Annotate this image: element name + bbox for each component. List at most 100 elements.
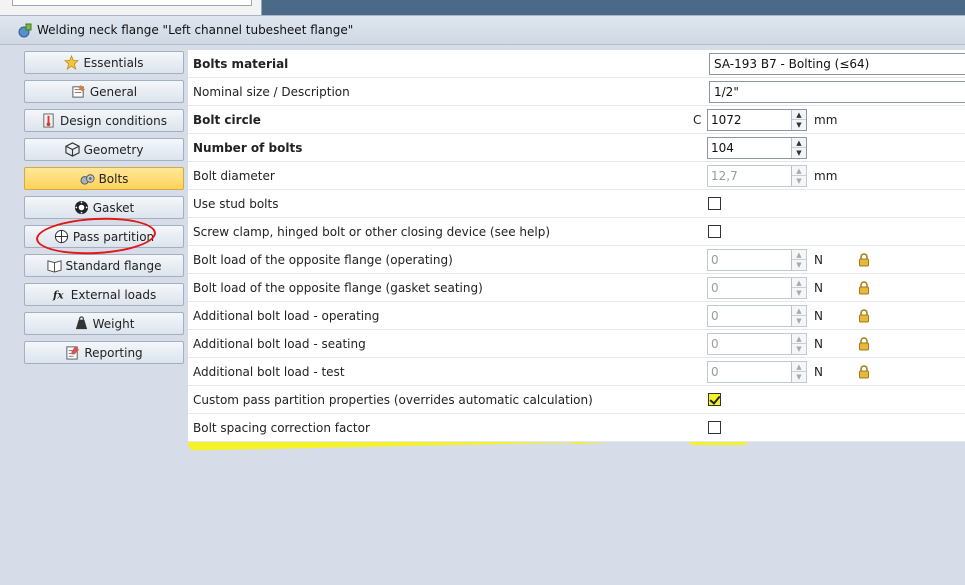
stepper-value: 1072 — [711, 113, 742, 127]
bolt-circle-stepper[interactable]: 1072 ▲ ▼ — [707, 109, 807, 131]
opposite-operating-stepper[interactable]: 0 ▲ ▼ — [707, 249, 807, 271]
lock-icon[interactable] — [857, 253, 871, 267]
stepper-up-button[interactable]: ▲ — [792, 166, 806, 176]
weight-icon — [75, 316, 87, 330]
stepper-up-button[interactable]: ▲ — [792, 250, 806, 260]
row-nominal-size: Nominal size / Description 1/2" — [188, 78, 965, 106]
stepper-value: 0 — [711, 281, 719, 295]
general-icon — [72, 84, 85, 98]
stepper-up-button[interactable]: ▲ — [792, 362, 806, 372]
unit-label: N — [814, 253, 823, 267]
stepper-up-button[interactable]: ▲ — [792, 110, 806, 120]
property-label: Bolt spacing correction factor — [193, 421, 370, 435]
unit-label: N — [814, 281, 823, 295]
sidebar-item-reporting[interactable]: Reporting — [24, 341, 184, 364]
gasket-icon — [74, 200, 88, 215]
row-additional-seating: Additional bolt load - seating 0 ▲ ▼ N — [188, 330, 965, 358]
stepper-down-button[interactable]: ▼ — [792, 148, 806, 158]
bolts-icon — [80, 174, 95, 185]
nominal-size-field[interactable]: 1/2" — [709, 81, 965, 103]
sidebar-item-design-conditions[interactable]: Design conditions — [24, 109, 184, 132]
sidebar-item-bolts[interactable]: Bolts — [24, 167, 184, 190]
stepper-down-button[interactable]: ▼ — [792, 372, 806, 382]
unit-label: N — [814, 309, 823, 323]
stepper-value: 104 — [711, 141, 734, 155]
unit-label: N — [814, 337, 823, 351]
row-opposite-operating: Bolt load of the opposite flange (operat… — [188, 246, 965, 274]
property-label: Number of bolts — [193, 141, 303, 155]
opposite-seating-stepper[interactable]: 0 ▲ ▼ — [707, 277, 807, 299]
unit-label: mm — [814, 169, 838, 183]
additional-seating-stepper[interactable]: 0 ▲ ▼ — [707, 333, 807, 355]
row-bolt-diameter: Bolt diameter 12,7 ▲ ▼ mm — [188, 162, 965, 190]
bolt-spacing-factor-checkbox[interactable] — [708, 421, 721, 434]
row-additional-test: Additional bolt load - test 0 ▲ ▼ N — [188, 358, 965, 386]
property-label: Use stud bolts — [193, 197, 279, 211]
property-label: Bolt load of the opposite flange (gasket… — [193, 281, 483, 295]
additional-test-stepper[interactable]: 0 ▲ ▼ — [707, 361, 807, 383]
row-number-of-bolts: Number of bolts 104 ▲ ▼ — [188, 134, 965, 162]
lock-icon[interactable] — [857, 365, 871, 379]
property-label: Additional bolt load - test — [193, 365, 345, 379]
star-icon — [64, 55, 80, 70]
unit-label: mm — [814, 113, 838, 127]
property-label: Additional bolt load - seating — [193, 337, 366, 351]
property-label: Custom pass partition properties (overri… — [193, 393, 593, 407]
pass-partition-icon — [54, 229, 68, 244]
sidebar-item-label: Design conditions — [60, 113, 167, 128]
stepper-value: 0 — [711, 337, 719, 351]
dialog-title: Welding neck flange "Left channel tubesh… — [37, 23, 354, 37]
lock-icon[interactable] — [857, 309, 871, 323]
stepper-up-button[interactable]: ▲ — [792, 138, 806, 148]
sidebar-item-gasket[interactable]: Gasket — [24, 196, 184, 219]
stepper-value: 0 — [711, 309, 719, 323]
custom-pass-partition-checkbox[interactable] — [708, 393, 721, 406]
stepper-down-button[interactable]: ▼ — [792, 176, 806, 186]
sidebar-item-essentials[interactable]: Essentials — [24, 51, 184, 74]
flange-app-icon — [18, 23, 32, 38]
bolt-circle-prefix: C — [693, 113, 702, 127]
row-opposite-seating: Bolt load of the opposite flange (gasket… — [188, 274, 965, 302]
sidebar-item-label: Geometry — [83, 142, 144, 157]
bolt-diameter-stepper[interactable]: 12,7 ▲ ▼ — [707, 165, 807, 187]
sidebar-item-label: Reporting — [84, 345, 143, 360]
property-label: Screw clamp, hinged bolt or other closin… — [193, 225, 551, 239]
stepper-up-button[interactable]: ▲ — [792, 306, 806, 316]
lock-icon[interactable] — [857, 337, 871, 351]
sidebar-item-external-loads[interactable]: fx External loads — [24, 283, 184, 306]
stepper-value: 12,7 — [711, 169, 738, 183]
row-custom-pass-partition: Custom pass partition properties (overri… — [188, 386, 965, 414]
stepper-up-button[interactable]: ▲ — [792, 278, 806, 288]
stepper-down-button[interactable]: ▼ — [792, 344, 806, 354]
sidebar-item-geometry[interactable]: Geometry — [24, 138, 184, 161]
row-screw-clamp: Screw clamp, hinged bolt or other closin… — [188, 218, 965, 246]
stepper-down-button[interactable]: ▼ — [792, 288, 806, 298]
svg-text:fx: fx — [52, 289, 64, 301]
stepper-down-button[interactable]: ▼ — [792, 260, 806, 270]
use-stud-bolts-checkbox[interactable] — [708, 197, 721, 210]
sidebar-item-label: Bolts — [98, 171, 129, 186]
book-icon — [47, 260, 62, 273]
stepper-down-button[interactable]: ▼ — [792, 316, 806, 326]
sidebar-item-general[interactable]: General — [24, 80, 184, 103]
additional-operating-stepper[interactable]: 0 ▲ ▼ — [707, 305, 807, 327]
fx-icon: fx — [52, 289, 64, 301]
cube-icon — [64, 142, 80, 157]
bolts-material-field[interactable]: SA-193 B7 - Bolting (≤64) — [709, 53, 965, 75]
stepper-up-button[interactable]: ▲ — [792, 334, 806, 344]
stepper-value: 0 — [711, 365, 719, 379]
sidebar-item-weight[interactable]: Weight — [24, 312, 184, 335]
thermometer-icon — [43, 113, 54, 128]
row-use-stud-bolts: Use stud bolts — [188, 190, 965, 218]
sidebar-item-label: Gasket — [92, 200, 135, 215]
lock-icon[interactable] — [857, 281, 871, 295]
stepper-down-button[interactable]: ▼ — [792, 120, 806, 130]
screw-clamp-checkbox[interactable] — [708, 225, 721, 238]
sidebar-item-standard-flange[interactable]: Standard flange — [24, 254, 184, 277]
number-of-bolts-stepper[interactable]: 104 ▲ ▼ — [707, 137, 807, 159]
sidebar-item-label: Pass partition — [72, 229, 155, 244]
sidebar-item-label: General — [89, 84, 138, 99]
sidebar-item-label: Standard flange — [65, 258, 162, 273]
sidebar-item-pass-partition[interactable]: Pass partition — [24, 225, 184, 248]
unit-label: N — [814, 365, 823, 379]
